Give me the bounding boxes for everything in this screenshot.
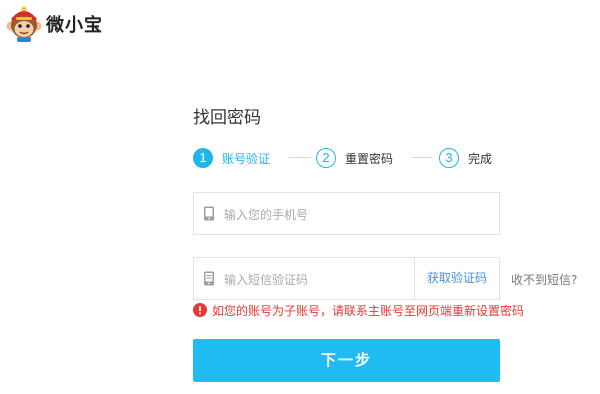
sms-code-input[interactable] — [222, 258, 411, 301]
phone-input[interactable] — [222, 193, 496, 236]
phone-field — [193, 192, 500, 236]
monkey-logo-icon[interactable] — [6, 5, 42, 43]
app-header: 微小宝 — [0, 0, 600, 48]
step-label: 重置密码 — [345, 151, 394, 166]
step-number: 2 — [316, 148, 336, 168]
sms-phone-icon — [204, 271, 214, 286]
error-text: 如您的账号为子账号，请联系主账号至网页端重新设置密码 — [212, 303, 525, 318]
step-label: 完成 — [468, 151, 493, 166]
mobile-phone-icon — [204, 206, 214, 221]
next-step-button[interactable]: 下一步 — [193, 339, 500, 382]
step-reset-password: 2 重置密码 — [316, 146, 393, 170]
step-number: 1 — [193, 148, 213, 168]
no-sms-help-link[interactable]: 收不到短信? — [511, 271, 577, 288]
step-complete: 3 完成 — [439, 146, 492, 170]
page-title: 找回密码 — [193, 108, 261, 128]
step-connector — [411, 157, 433, 158]
error-message: 如您的账号为子账号，请联系主账号至网页端重新设置密码 — [193, 302, 524, 318]
step-account-verify: 1 账号验证 — [193, 146, 270, 170]
step-label: 账号验证 — [222, 151, 271, 166]
sms-code-field: 获取验证码 — [193, 257, 500, 301]
app-name: 微小宝 — [46, 15, 103, 36]
get-code-button[interactable]: 获取验证码 — [414, 258, 499, 299]
error-icon — [193, 303, 207, 317]
step-connector — [289, 157, 311, 158]
step-number: 3 — [439, 148, 459, 168]
